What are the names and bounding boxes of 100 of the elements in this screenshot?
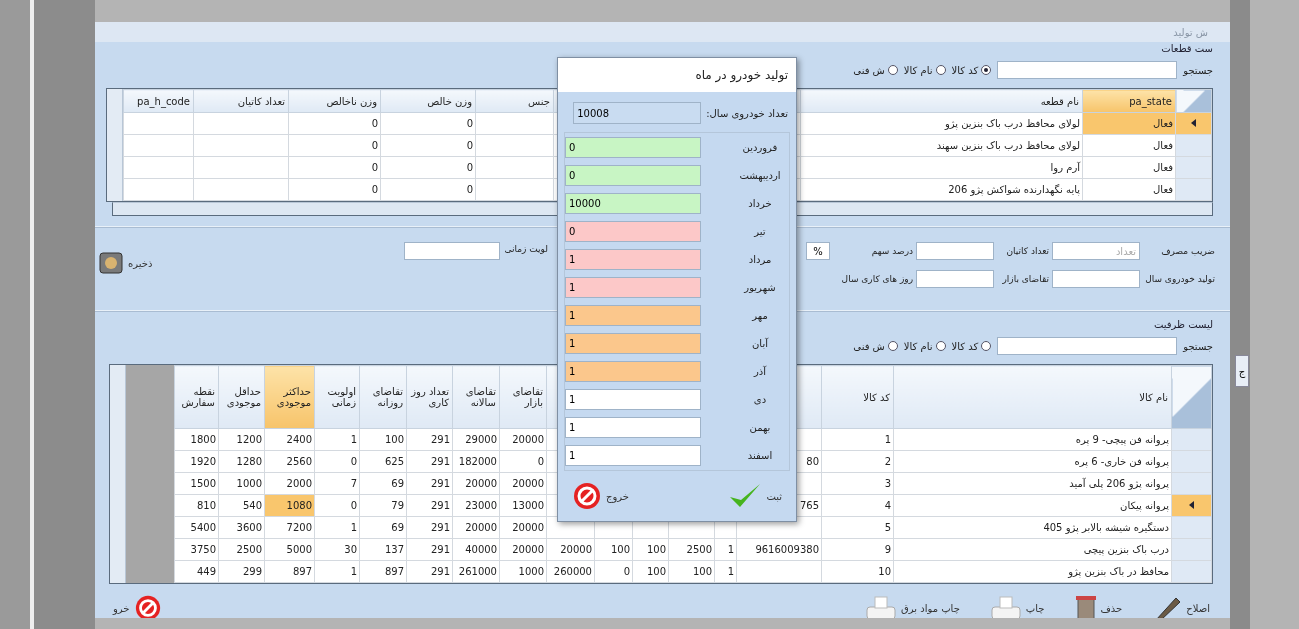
- field-label: تعداد کاتیان: [1005, 246, 1049, 256]
- table-cell: 897: [264, 560, 315, 583]
- table-cell: 291: [406, 428, 453, 451]
- table-cell: 20000: [499, 472, 547, 495]
- table-cell: 291: [406, 472, 453, 495]
- table-cell: 0: [288, 178, 381, 201]
- table-cell: 20000: [499, 428, 547, 451]
- table-cell: 2400: [264, 428, 315, 451]
- table-cell: 291: [406, 516, 453, 539]
- table-cell: آرم روا: [800, 156, 1083, 179]
- search-label: جستجو: [1183, 340, 1213, 352]
- field-label: تولید خودروی سال: [1144, 274, 1215, 284]
- table-cell: 2500: [218, 538, 265, 561]
- table-cell: 100: [594, 538, 633, 561]
- month-label: دی: [752, 394, 768, 405]
- table-cell: 182000: [452, 450, 500, 473]
- table-cell: فعال: [1082, 156, 1176, 179]
- table-cell: 40000: [452, 538, 500, 561]
- table-cell: 291: [406, 450, 453, 473]
- table-cell: 1: [314, 516, 360, 539]
- table-cell: 2500: [668, 538, 715, 561]
- table-cell: فعال: [1082, 178, 1176, 201]
- table-cell: 3600: [218, 516, 265, 539]
- table-cell: 79: [359, 494, 407, 517]
- table-cell: 7200: [264, 516, 315, 539]
- month-label: آذر: [752, 366, 768, 377]
- table-cell: 9616009380: [736, 538, 822, 561]
- table-cell: 5: [821, 516, 894, 539]
- table-cell: 540: [218, 494, 265, 517]
- table-cell: 1080: [264, 494, 315, 517]
- table-cell: 69: [359, 472, 407, 495]
- month-label: مهر: [750, 310, 769, 321]
- table-cell: 0: [288, 112, 381, 135]
- table-cell: 20000: [499, 516, 547, 539]
- table-cell: درب باک بنزین پیچی: [893, 538, 1172, 561]
- table-cell: پروانه پیکان: [893, 494, 1172, 517]
- field-label: درصد سهم: [870, 246, 913, 256]
- table-cell: پروانه فن پیچی- 9 پره: [893, 428, 1172, 451]
- table-cell: 0: [380, 134, 476, 157]
- table-cell: 100: [632, 560, 669, 583]
- table-cell: پروانه فن خاری- 6 پره: [893, 450, 1172, 473]
- table-cell: 20000: [546, 538, 595, 561]
- field-label: لویت زمانی: [504, 244, 548, 254]
- table-cell: 100: [668, 560, 715, 583]
- table-cell: 23000: [452, 494, 500, 517]
- month-label: اردیبهشت: [738, 170, 782, 181]
- table-cell: 0: [380, 112, 476, 135]
- table-cell: 29000: [452, 428, 500, 451]
- search-label: جستجو: [1183, 64, 1213, 76]
- month-label: آبان: [751, 338, 770, 349]
- table-cell: 1: [714, 538, 737, 561]
- table-cell: 0: [288, 134, 381, 157]
- field-label: ضریب مصرف: [1160, 246, 1215, 256]
- table-cell: 4: [821, 494, 894, 517]
- table-cell: 3: [821, 472, 894, 495]
- field-label: تعداد خودروی سال:: [706, 107, 788, 119]
- field-label: تقاضای بازار: [1001, 274, 1049, 284]
- table-cell: 0: [594, 560, 633, 583]
- table-cell: 20000: [499, 538, 547, 561]
- table-cell: 1200: [218, 428, 265, 451]
- table-cell: 100: [632, 538, 669, 561]
- table-cell: لولای محافظ درب باک بنزین سهند: [800, 134, 1083, 157]
- table-cell: 69: [359, 516, 407, 539]
- month-label: فروردین: [741, 142, 779, 153]
- table-cell: پروانه پژو 206 پلی آمید: [893, 472, 1172, 495]
- table-cell: 625: [359, 450, 407, 473]
- table-cell: 9: [821, 538, 894, 561]
- table-cell: 13000: [499, 494, 547, 517]
- table-cell: 897: [359, 560, 407, 583]
- table-cell: 0: [288, 156, 381, 179]
- table-cell: لولای محافظ درب باک بنزین پژو: [800, 112, 1083, 135]
- table-cell: 100: [359, 428, 407, 451]
- table-cell: پایه نگهدارنده شواکش پژو 206: [800, 178, 1083, 201]
- section-title: لیست ظرفیت: [1153, 318, 1213, 332]
- month-label: شهریور: [742, 282, 777, 293]
- table-cell: 137: [359, 538, 407, 561]
- table-cell: 291: [406, 538, 453, 561]
- table-cell: فعال: [1082, 134, 1176, 157]
- month-label: تیر: [752, 226, 767, 237]
- month-label: بهمن: [748, 422, 772, 433]
- table-cell: 2: [821, 450, 894, 473]
- table-cell: 10: [821, 560, 894, 583]
- table-cell: 1280: [218, 450, 265, 473]
- table-cell: 1000: [499, 560, 547, 583]
- table-cell: 291: [406, 560, 453, 583]
- table-cell: 2000: [264, 472, 315, 495]
- table-cell: 1: [714, 560, 737, 583]
- table-cell: 7: [314, 472, 360, 495]
- month-label: مرداد: [747, 254, 773, 265]
- dialog-title: تولید خودرو در ماه: [695, 68, 788, 82]
- table-cell: دستگیره شیشه بالابر پژو 405: [893, 516, 1172, 539]
- section-title: ست قطعات: [1161, 42, 1213, 56]
- table-cell: 1000: [218, 472, 265, 495]
- table-cell: 20000: [452, 516, 500, 539]
- table-cell: 0: [499, 450, 547, 473]
- table-cell: 299: [218, 560, 265, 583]
- table-cell: 0: [380, 156, 476, 179]
- window-title: ش تولید: [1173, 26, 1208, 38]
- table-cell: فعال: [1082, 112, 1176, 135]
- table-cell: 260000: [546, 560, 595, 583]
